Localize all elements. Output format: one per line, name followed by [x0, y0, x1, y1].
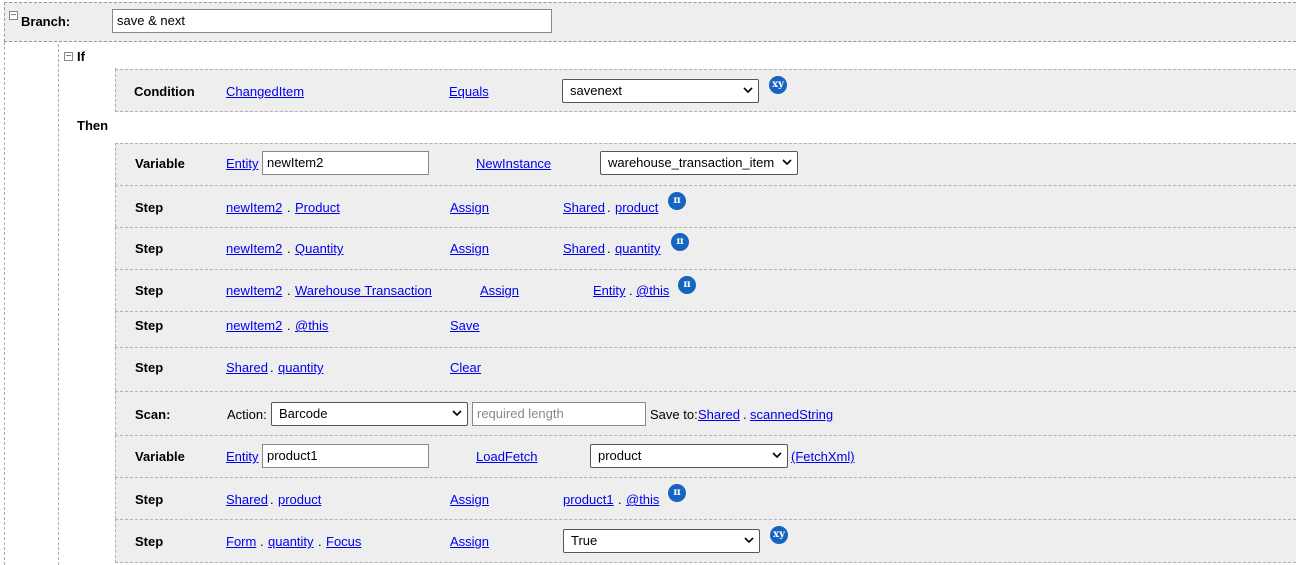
step-source-field-link[interactable]: @this — [626, 492, 659, 507]
condition-label: Condition — [134, 84, 195, 99]
variable-name-input[interactable]: newItem2 — [262, 151, 429, 175]
separator-dot: . — [270, 360, 274, 375]
step-target-field-link[interactable]: Product — [295, 200, 340, 215]
step-target-field-link[interactable]: Warehouse Transaction — [295, 283, 432, 298]
step-label: Step — [135, 318, 164, 333]
step-source-object-link[interactable]: Entity — [593, 283, 626, 298]
step-source-object-link[interactable]: Shared — [563, 200, 605, 215]
step-value-select[interactable]: True — [563, 529, 760, 553]
separator-dot: . — [260, 534, 264, 549]
variable-type-link[interactable]: Entity — [226, 449, 259, 464]
step-target-object-link[interactable]: newItem2 — [226, 241, 282, 256]
required-length-input[interactable]: required length — [472, 402, 646, 426]
branch-label: Branch: — [21, 14, 71, 29]
step-operation-link[interactable]: Assign — [450, 534, 489, 549]
step-operation-link[interactable]: Assign — [450, 241, 489, 256]
separator-dot: . — [618, 492, 622, 507]
tree-guide-outer — [4, 42, 5, 565]
variable-entity-select[interactable]: product — [590, 444, 788, 468]
step-label: Step — [135, 360, 164, 375]
condition-value-select[interactable]: savenext — [562, 79, 759, 103]
xy-variable-icon[interactable]: xy — [769, 76, 787, 94]
step-row — [115, 269, 1296, 311]
variable-method-link[interactable]: LoadFetch — [476, 449, 537, 464]
step-label: Step — [135, 241, 164, 256]
separator-dot: . — [607, 200, 611, 215]
step-source-object-link[interactable]: product1 — [563, 492, 614, 507]
step-row — [115, 185, 1296, 227]
variable-entity-select[interactable]: warehouse_transaction_item — [600, 151, 798, 175]
scan-label: Scan: — [135, 407, 171, 422]
pi-expression-icon[interactable]: π — [668, 192, 686, 210]
separator-dot: . — [629, 283, 633, 298]
variable-name-input[interactable]: product1 — [262, 444, 429, 468]
separator-dot: . — [270, 492, 274, 507]
step-row — [115, 227, 1296, 269]
step-target-object-link[interactable]: newItem2 — [226, 283, 282, 298]
step-operation-link[interactable]: Clear — [450, 360, 481, 375]
step-target-object-link[interactable]: newItem2 — [226, 200, 282, 215]
branch-name-input[interactable]: save & next — [112, 9, 552, 33]
step-row — [115, 311, 1296, 347]
step-source-field-link[interactable]: @this — [636, 283, 669, 298]
step-operation-link[interactable]: Assign — [480, 283, 519, 298]
step-label: Step — [135, 534, 164, 549]
step-target-subfield-link[interactable]: Focus — [326, 534, 361, 549]
fetchxml-link[interactable]: (FetchXml) — [791, 449, 855, 464]
step-source-field-link[interactable]: product — [615, 200, 658, 215]
step-source-field-link[interactable]: quantity — [615, 241, 661, 256]
save-to-field-link[interactable]: scannedString — [750, 407, 833, 422]
variable-method-link[interactable]: NewInstance — [476, 156, 551, 171]
variable-label: Variable — [135, 449, 185, 464]
if-collapse-icon[interactable]: − — [64, 52, 73, 62]
step-target-object-link[interactable]: Form — [226, 534, 256, 549]
separator-dot: . — [287, 241, 291, 256]
step-target-object-link[interactable]: newItem2 — [226, 318, 282, 333]
chevron-down-icon — [772, 452, 782, 459]
step-target-field-link[interactable]: @this — [295, 318, 328, 333]
step-target-object-link[interactable]: Shared — [226, 360, 268, 375]
separator-dot: . — [318, 534, 322, 549]
step-target-field-link[interactable]: quantity — [268, 534, 314, 549]
condition-field-link[interactable]: ChangedItem — [226, 84, 304, 99]
if-label: If — [77, 49, 85, 64]
pi-expression-icon[interactable]: π — [671, 233, 689, 251]
chevron-down-icon — [743, 87, 753, 94]
variable-label: Variable — [135, 156, 185, 171]
step-source-object-link[interactable]: Shared — [563, 241, 605, 256]
step-operation-link[interactable]: Assign — [450, 200, 489, 215]
chevron-down-icon — [452, 410, 462, 417]
separator-dot: . — [287, 318, 291, 333]
step-target-field-link[interactable]: product — [278, 492, 321, 507]
xy-variable-icon[interactable]: xy — [770, 526, 788, 544]
step-target-field-link[interactable]: Quantity — [295, 241, 343, 256]
separator-dot: . — [287, 283, 291, 298]
step-operation-link[interactable]: Assign — [450, 492, 489, 507]
chevron-down-icon — [744, 537, 754, 544]
save-to-object-link[interactable]: Shared — [698, 407, 740, 422]
step-target-object-link[interactable]: Shared — [226, 492, 268, 507]
separator-dot: . — [287, 200, 291, 215]
tree-guide-if — [58, 44, 59, 565]
separator-dot: . — [607, 241, 611, 256]
pi-expression-icon[interactable]: π — [678, 276, 696, 294]
step-operation-link[interactable]: Save — [450, 318, 480, 333]
step-target-field-link[interactable]: quantity — [278, 360, 324, 375]
scan-action-select[interactable]: Barcode — [271, 402, 468, 426]
condition-operator-link[interactable]: Equals — [449, 84, 489, 99]
chevron-down-icon — [782, 159, 792, 166]
pi-expression-icon[interactable]: π — [668, 484, 686, 502]
variable-type-link[interactable]: Entity — [226, 156, 259, 171]
save-to-label: Save to: — [650, 407, 698, 422]
step-label: Step — [135, 492, 164, 507]
separator-dot: . — [743, 407, 747, 422]
branch-collapse-icon[interactable]: − — [9, 11, 18, 21]
step-label: Step — [135, 283, 164, 298]
step-label: Step — [135, 200, 164, 215]
then-label: Then — [77, 118, 109, 133]
scan-action-label: Action: — [227, 407, 267, 422]
